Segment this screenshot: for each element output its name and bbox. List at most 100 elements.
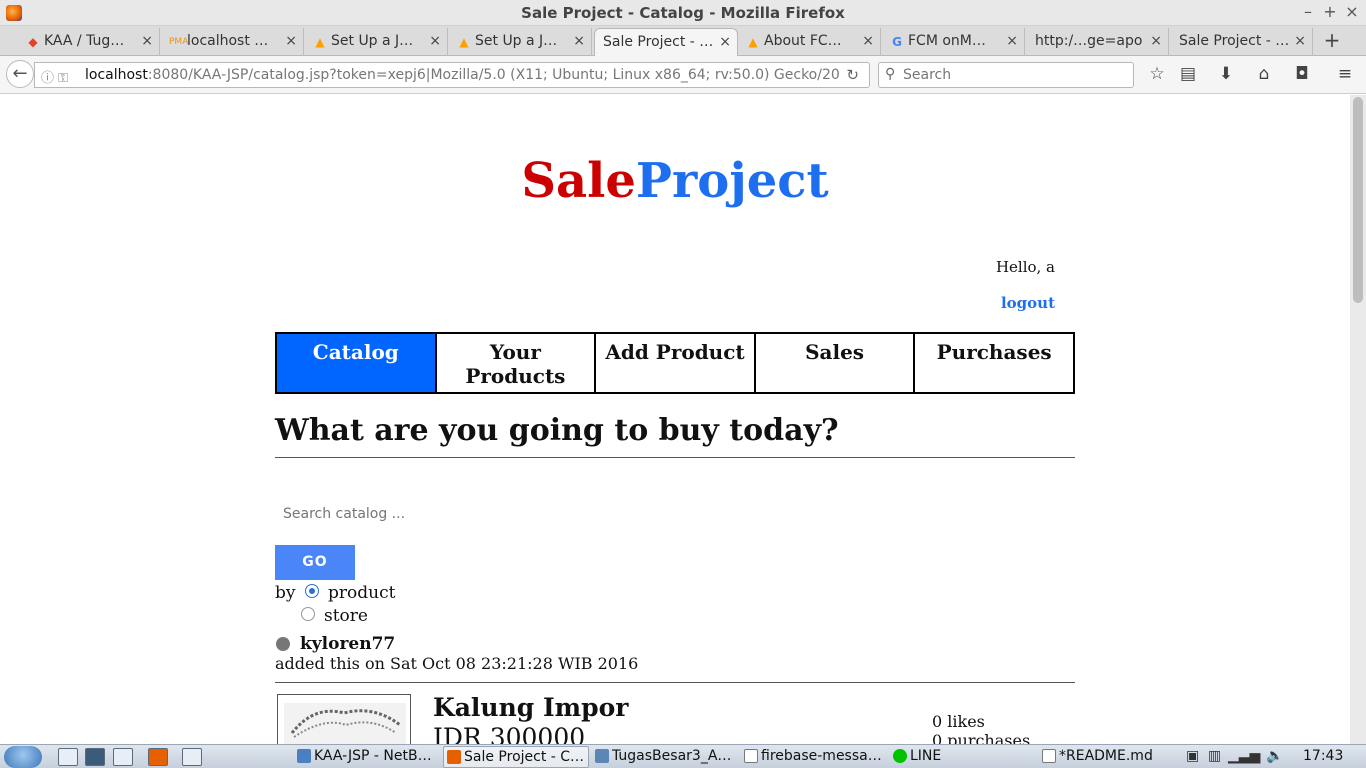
- task-line[interactable]: LINE: [890, 746, 1036, 768]
- radio-product[interactable]: [305, 584, 319, 598]
- task-firefox-sale-project[interactable]: Sale Project - C…: [443, 746, 589, 768]
- terminal-icon[interactable]: [113, 748, 133, 766]
- window-title: Sale Project - Catalog - Mozilla Firefox: [521, 4, 845, 22]
- tab-about-fcm[interactable]: ▲ About FC… ×: [740, 28, 881, 56]
- tab-label: localhost …: [187, 33, 269, 49]
- greeting-text: Hello, a: [995, 258, 1055, 276]
- product-price: IDR 300000: [433, 723, 586, 744]
- page-scrollbar[interactable]: [1350, 95, 1366, 744]
- volume-icon[interactable]: 🔈: [1266, 748, 1283, 764]
- product-image[interactable]: [277, 694, 411, 744]
- go-button[interactable]: GO: [275, 545, 355, 580]
- menu-catalog[interactable]: Catalog: [277, 334, 437, 392]
- web-search-input[interactable]: [903, 66, 1123, 84]
- radio-store-label: store: [324, 606, 368, 626]
- web-search-bar[interactable]: ⚲: [878, 62, 1134, 88]
- divider: [275, 457, 1075, 458]
- menu-sales[interactable]: Sales: [756, 334, 916, 392]
- radio-store[interactable]: [301, 607, 315, 621]
- tab-label: http:/…ge=apo: [1035, 33, 1143, 49]
- show-desktop-icon[interactable]: [182, 748, 202, 766]
- page-heading: What are you going to buy today?: [275, 413, 839, 448]
- url-text[interactable]: localhost:8080/KAA-JSP/catalog.jsp?token…: [85, 67, 845, 83]
- tab-http[interactable]: http:/…ge=apo ×: [1028, 28, 1169, 56]
- tab-label: Sale Project - …: [603, 34, 714, 50]
- text-editor-icon: [1042, 749, 1056, 763]
- radio-product-label: product: [328, 583, 396, 603]
- site-info-icon[interactable]: ⓘ ⚿: [41, 67, 68, 86]
- seller-name[interactable]: kyloren77: [300, 634, 395, 654]
- tab-label: Set Up a J…: [475, 33, 558, 49]
- menu-your-products[interactable]: Your Products: [437, 334, 597, 392]
- brand-sale: Sale: [521, 153, 636, 209]
- reading-list-icon[interactable]: ▤: [1176, 64, 1200, 86]
- tab-label: Sale Project - …: [1179, 33, 1290, 49]
- window-titlebar: Sale Project - Catalog - Mozilla Firefox…: [0, 0, 1366, 26]
- close-window-button[interactable]: ×: [1342, 2, 1362, 22]
- line-icon: [893, 749, 907, 763]
- tab-fcm-onmessage[interactable]: G FCM onM… ×: [884, 28, 1025, 56]
- task-netbeans[interactable]: KAA-JSP - NetB…: [294, 746, 440, 768]
- close-tab-icon[interactable]: ×: [1006, 33, 1018, 49]
- necklace-image: [284, 703, 406, 744]
- tab-label: KAA / Tug…: [44, 33, 125, 49]
- back-button[interactable]: ←: [6, 60, 34, 88]
- minimize-button[interactable]: –: [1298, 2, 1318, 22]
- catalog-search-input[interactable]: [275, 501, 635, 527]
- file-manager-icon[interactable]: [58, 748, 78, 766]
- start-menu-button[interactable]: [4, 746, 42, 768]
- online-status-dot: [276, 637, 290, 651]
- menu-purchases[interactable]: Purchases: [915, 334, 1073, 392]
- bookmark-star-icon[interactable]: ☆: [1145, 64, 1169, 86]
- task-readme[interactable]: *README.md: [1039, 746, 1185, 768]
- brand-project: Project: [635, 153, 829, 209]
- desktop-icon[interactable]: [85, 748, 105, 766]
- firefox-icon: [447, 750, 461, 764]
- tab-setup-1[interactable]: ▲ Set Up a J… ×: [307, 28, 448, 56]
- address-bar[interactable]: ⓘ ⚿ localhost:8080/KAA-JSP/catalog.jsp?t…: [34, 62, 870, 88]
- close-tab-icon[interactable]: ×: [719, 34, 731, 50]
- site-logo: SaleProject: [0, 153, 1350, 209]
- close-tab-icon[interactable]: ×: [1150, 33, 1162, 49]
- pocket-icon[interactable]: ◘: [1290, 64, 1314, 86]
- scrollbar-thumb[interactable]: [1353, 97, 1363, 303]
- firefox-launcher-icon[interactable]: [148, 748, 168, 766]
- close-tab-icon[interactable]: ×: [141, 33, 153, 49]
- tab-label: FCM onM…: [908, 33, 986, 49]
- page-viewport: SaleProject Hello, a logout Catalog Your…: [0, 95, 1350, 744]
- maximize-button[interactable]: +: [1320, 2, 1340, 22]
- taskbar: KAA-JSP - NetB… Sale Project - C… TugasB…: [0, 744, 1366, 768]
- clipboard-icon[interactable]: ▣: [1186, 748, 1199, 764]
- close-tab-icon[interactable]: ×: [862, 33, 874, 49]
- main-menu: Catalog Your Products Add Product Sales …: [275, 332, 1075, 394]
- tab-strip: ◆ KAA / Tug… × PMA localhost … × ▲ Set U…: [0, 26, 1366, 56]
- navigation-bar: ← ⓘ ⚿ localhost:8080/KAA-JSP/catalog.jsp…: [0, 56, 1366, 94]
- hamburger-menu-icon[interactable]: ≡: [1333, 64, 1357, 86]
- tab-sale-project-2[interactable]: Sale Project - … ×: [1172, 28, 1313, 56]
- firebase-icon: ▲: [459, 35, 469, 49]
- close-tab-icon[interactable]: ×: [573, 33, 585, 49]
- reload-icon[interactable]: ↻: [846, 66, 859, 84]
- task-tugasbesar3[interactable]: TugasBesar3_A…: [592, 746, 738, 768]
- tab-kaa[interactable]: ◆ KAA / Tug… ×: [20, 28, 160, 56]
- download-icon[interactable]: ⬇: [1214, 64, 1238, 86]
- logout-link[interactable]: logout: [880, 294, 1055, 312]
- folder-icon: [595, 749, 609, 763]
- search-by-label: by: [275, 583, 296, 603]
- gitlab-icon: ◆: [28, 35, 38, 49]
- keyboard-icon[interactable]: ▥: [1208, 748, 1221, 764]
- clock[interactable]: 17:43: [1303, 748, 1343, 764]
- close-tab-icon[interactable]: ×: [429, 33, 441, 49]
- new-tab-button[interactable]: +: [1318, 28, 1346, 54]
- purchases-count: 0 purchases: [932, 731, 1031, 744]
- product-name[interactable]: Kalung Impor: [433, 693, 628, 722]
- tab-sale-project-active[interactable]: Sale Project - … ×: [594, 28, 738, 56]
- tab-localhost[interactable]: PMA localhost … ×: [163, 28, 304, 56]
- close-tab-icon[interactable]: ×: [1294, 33, 1306, 49]
- home-icon[interactable]: ⌂: [1252, 64, 1276, 86]
- close-tab-icon[interactable]: ×: [285, 33, 297, 49]
- tab-setup-2[interactable]: ▲ Set Up a J… ×: [451, 28, 592, 56]
- menu-add-product[interactable]: Add Product: [596, 334, 756, 392]
- task-firebase-messaging[interactable]: firebase-messa…: [741, 746, 887, 768]
- network-signal-icon[interactable]: ▁▃▅: [1228, 748, 1260, 764]
